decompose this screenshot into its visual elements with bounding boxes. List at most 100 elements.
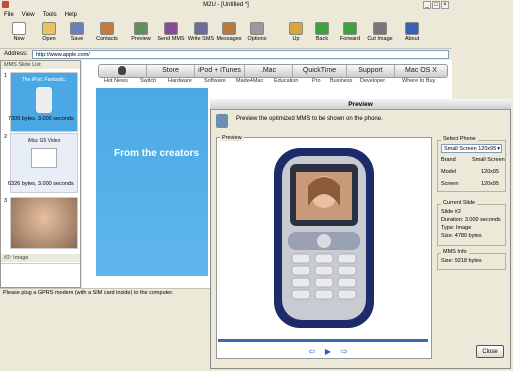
contacts-button[interactable]: Contacts <box>92 22 122 48</box>
preview-title: Preview <box>210 99 511 110</box>
slide-thumbnail-3[interactable] <box>10 197 78 249</box>
nav-tab-mac[interactable]: .Mac <box>245 65 293 77</box>
nav-tab-macosx[interactable]: Mac OS X <box>395 65 447 77</box>
nav-tab-store[interactable]: Store <box>147 65 195 77</box>
slide-info-label: #2: Image <box>1 254 80 262</box>
back-button[interactable]: Back <box>307 22 337 48</box>
phone-select-value: Small Screen 120x95 <box>444 146 497 152</box>
slide-number: 2 <box>4 134 8 140</box>
preview-phone-icon <box>134 22 148 35</box>
window-title-bar: M2U - [Untitled *] <box>0 0 452 10</box>
subnav-link[interactable]: Hot News <box>104 78 128 84</box>
slide-number: 3 <box>4 198 8 204</box>
subnav-link[interactable]: Pro <box>312 78 321 84</box>
subnav-link[interactable]: Hardware <box>168 78 192 84</box>
menu-tools[interactable]: Tools <box>39 10 61 20</box>
write-sms-button[interactable]: Write SMS <box>186 22 216 48</box>
window-title: M2U - [Untitled *] <box>203 2 249 8</box>
slide-duration-text: Duration: 3.000 seconds <box>441 217 501 223</box>
screen-value: 120x95 <box>481 181 500 187</box>
select-phone-label: Select Phone <box>441 136 478 142</box>
phone-icon <box>216 114 228 128</box>
save-button[interactable]: Save <box>62 22 92 48</box>
slide-thumbnail-1[interactable]: The iPod. Fantastic. <box>10 72 78 132</box>
close-icon[interactable]: × <box>441 1 449 9</box>
app-icon <box>2 1 9 8</box>
close-button[interactable]: Close <box>476 345 504 358</box>
toolbar-label: About <box>404 36 420 42</box>
slide-progress-bar <box>218 339 428 342</box>
nav-tab-support[interactable]: Support <box>347 65 395 77</box>
slide-caption: The iPod. Fantastic. <box>21 77 67 83</box>
toolbar-label: Options <box>247 36 267 42</box>
messages-button[interactable]: Messages <box>214 22 244 48</box>
subnav-link[interactable]: Software <box>204 78 226 84</box>
apple-icon <box>118 66 126 75</box>
slide-number: 1 <box>4 73 8 79</box>
open-folder-icon <box>42 22 56 35</box>
send-mms-icon <box>164 22 178 35</box>
model-label: Model <box>441 169 456 175</box>
play-icon[interactable]: ▶ <box>323 347 333 356</box>
minimize-icon[interactable]: _ <box>423 1 431 9</box>
ipod-image <box>36 87 52 113</box>
menu-file[interactable]: File <box>0 10 18 20</box>
cut-image-button[interactable]: Cut Image <box>365 22 395 48</box>
scissors-icon <box>373 22 387 35</box>
apple-subnav: Hot News Switch Hardware Software Made4Mac Ed… <box>98 78 448 86</box>
previous-slide-icon[interactable]: ⇦ <box>307 347 317 356</box>
menu-bar: File View Tools Help <box>0 10 452 20</box>
messages-icon <box>222 22 236 35</box>
forward-arrow-icon <box>343 22 357 35</box>
banner-text: From the creators <box>114 148 200 159</box>
open-button[interactable]: Open <box>34 22 64 48</box>
nav-tab-quicktime[interactable]: QuickTime <box>293 65 347 77</box>
promo-banner[interactable]: From the creators <box>96 88 208 276</box>
address-input[interactable]: http://www.apple.com/ <box>32 50 449 59</box>
subnav-link[interactable]: Where to Buy <box>402 78 435 84</box>
menu-view[interactable]: View <box>18 10 39 20</box>
preview-button[interactable]: Preview <box>126 22 156 48</box>
mms-size-text: Size: 9218 bytes <box>441 258 482 264</box>
model-value: 120x95 <box>481 169 500 175</box>
imac-image <box>31 148 57 168</box>
subnav-link[interactable]: Developer <box>360 78 385 84</box>
slide-properties-area <box>1 263 80 287</box>
subnav-link[interactable]: Business <box>330 78 352 84</box>
back-arrow-icon <box>315 22 329 35</box>
send-mms-button[interactable]: Send MMS <box>156 22 186 48</box>
contacts-book-icon <box>100 22 114 35</box>
new-document-icon <box>12 22 26 35</box>
toolbar: New Open Save Contacts Preview Send MMS Write … <box>0 20 452 49</box>
phone-select[interactable]: Small Screen 120x95 ▾ <box>441 144 502 153</box>
up-arrow-icon <box>289 22 303 35</box>
chevron-down-icon: ▾ <box>497 146 500 152</box>
slide-size-text: Size: 4780 bytes <box>441 233 482 239</box>
address-label: Address: <box>4 51 28 57</box>
new-button[interactable]: New <box>4 22 34 48</box>
options-button[interactable]: Options <box>242 22 272 48</box>
slide-type-text: Type: Image <box>441 225 472 231</box>
about-button[interactable]: About <box>397 22 427 48</box>
forward-button[interactable]: Forward <box>335 22 365 48</box>
mms-info-label: MMS Info <box>441 249 469 255</box>
brand-label: Brand <box>441 157 456 163</box>
menu-help[interactable]: Help <box>61 10 81 20</box>
nav-tab-ipod[interactable]: iPod + iTunes <box>195 65 245 77</box>
slide-size: 7309 bytes, 3.000 seconds <box>8 116 74 122</box>
next-slide-icon[interactable]: ⇨ <box>339 347 349 356</box>
slide-caption: iMac G5 Video <box>27 138 61 144</box>
maximize-icon[interactable]: □ <box>432 1 440 9</box>
slide-size: 6326 bytes, 3.000 seconds <box>8 181 74 187</box>
about-icon <box>405 22 419 35</box>
subnav-link[interactable]: Switch <box>140 78 156 84</box>
phone-image <box>268 146 380 330</box>
screen-label: Screen <box>441 181 459 187</box>
slide-number-text: Slide #2 <box>441 209 461 215</box>
preview-instruction: Preview the optimized MMS to be shown on… <box>236 116 383 122</box>
preview-frame-label: Preview <box>220 135 244 141</box>
brand-value: Small Screen <box>472 157 505 163</box>
subnav-link[interactable]: Made4Mac <box>236 78 263 84</box>
subnav-link[interactable]: Education <box>274 78 298 84</box>
current-slide-label: Current Slide <box>441 200 478 206</box>
